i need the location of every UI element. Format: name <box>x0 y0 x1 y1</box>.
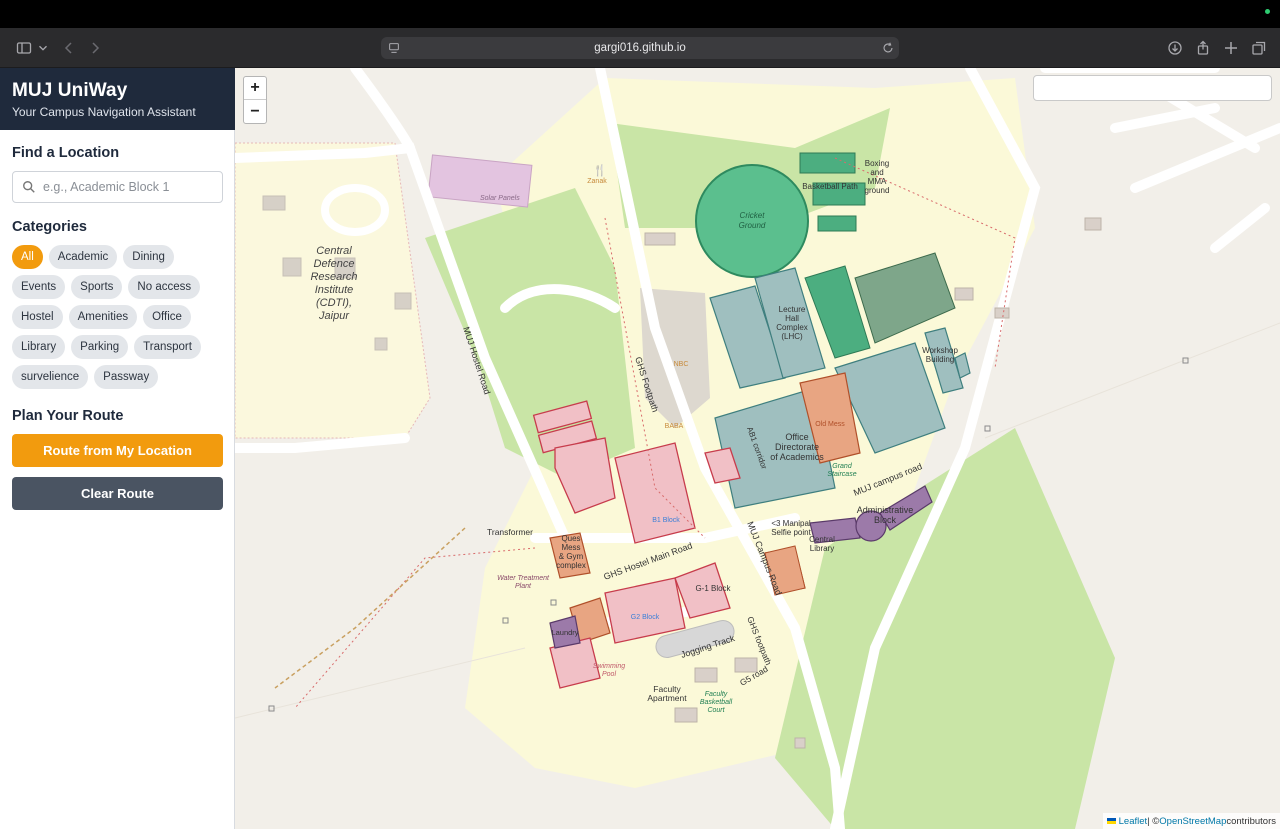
leaflet-link[interactable]: Leaflet <box>1119 816 1148 827</box>
find-location-heading: Find a Location <box>12 145 120 161</box>
map-attribution: Leaflet | © OpenStreetMap contributors <box>1102 813 1280 829</box>
category-chip-no-access[interactable]: No access <box>128 275 201 299</box>
browser-toolbar: gargi016.github.io <box>0 28 1280 68</box>
zoom-control: + − <box>243 76 267 124</box>
zoom-out-button[interactable]: − <box>244 100 266 123</box>
app-title: MUJ UniWay <box>12 80 128 101</box>
os-menu-bar <box>0 0 1280 28</box>
chevron-down-icon[interactable] <box>36 38 50 58</box>
reload-icon[interactable] <box>881 41 895 55</box>
forward-icon[interactable] <box>85 38 105 58</box>
category-chips: All Academic Dining Events Sports No access Ho… <box>12 245 227 395</box>
app-header: MUJ UniWay Your Campus Navigation Assist… <box>0 68 235 130</box>
category-chip-dining[interactable]: Dining <box>123 245 174 269</box>
category-chip-library[interactable]: Library <box>12 335 66 359</box>
clear-route-button[interactable]: Clear Route <box>12 477 223 510</box>
sidebar: MUJ UniWay Your Campus Navigation Assist… <box>0 68 235 829</box>
zoom-in-button[interactable]: + <box>244 77 266 100</box>
new-tab-icon[interactable] <box>1221 38 1241 58</box>
share-icon[interactable] <box>1193 38 1213 58</box>
attribution-contributors: contributors <box>1226 815 1276 827</box>
back-icon[interactable] <box>59 38 79 58</box>
campus-map[interactable]: Central Defence Research Institute (CDTI), Ja… <box>235 68 1280 829</box>
url-text: gargi016.github.io <box>594 42 686 54</box>
category-chip-academic[interactable]: Academic <box>48 245 118 269</box>
category-chip-amenities[interactable]: Amenities <box>68 305 138 329</box>
search-input[interactable] <box>43 172 218 202</box>
category-chip-office[interactable]: Office <box>143 305 191 329</box>
category-chip-passway[interactable]: Passway <box>94 365 159 389</box>
tab-overview-icon[interactable] <box>1249 38 1269 58</box>
search-icon <box>23 181 35 193</box>
plan-route-heading: Plan Your Route <box>12 408 124 424</box>
category-chip-events[interactable]: Events <box>12 275 66 299</box>
map-tiles[interactable] <box>235 68 1280 829</box>
category-chip-survelience[interactable]: survelience <box>12 365 89 389</box>
category-chip-hostel[interactable]: Hostel <box>12 305 63 329</box>
map-search-box[interactable] <box>1033 75 1272 101</box>
category-chip-parking[interactable]: Parking <box>71 335 129 359</box>
route-from-location-button[interactable]: Route from My Location <box>12 434 223 467</box>
ukraine-flag-icon <box>1106 818 1116 824</box>
status-dot <box>1265 9 1270 14</box>
sidebar-toggle-icon[interactable] <box>14 38 34 58</box>
location-search[interactable] <box>12 171 223 203</box>
app-subtitle: Your Campus Navigation Assistant <box>12 105 196 119</box>
category-chip-sports[interactable]: Sports <box>71 275 123 299</box>
site-settings-icon[interactable] <box>387 41 401 55</box>
categories-heading: Categories <box>12 219 87 235</box>
category-chip-all[interactable]: All <box>12 245 43 269</box>
category-chip-transport[interactable]: Transport <box>134 335 201 359</box>
download-icon[interactable] <box>1165 38 1185 58</box>
attribution-separator: | © <box>1147 815 1160 827</box>
osm-link[interactable]: OpenStreetMap <box>1159 816 1226 827</box>
address-bar[interactable]: gargi016.github.io <box>381 37 899 59</box>
